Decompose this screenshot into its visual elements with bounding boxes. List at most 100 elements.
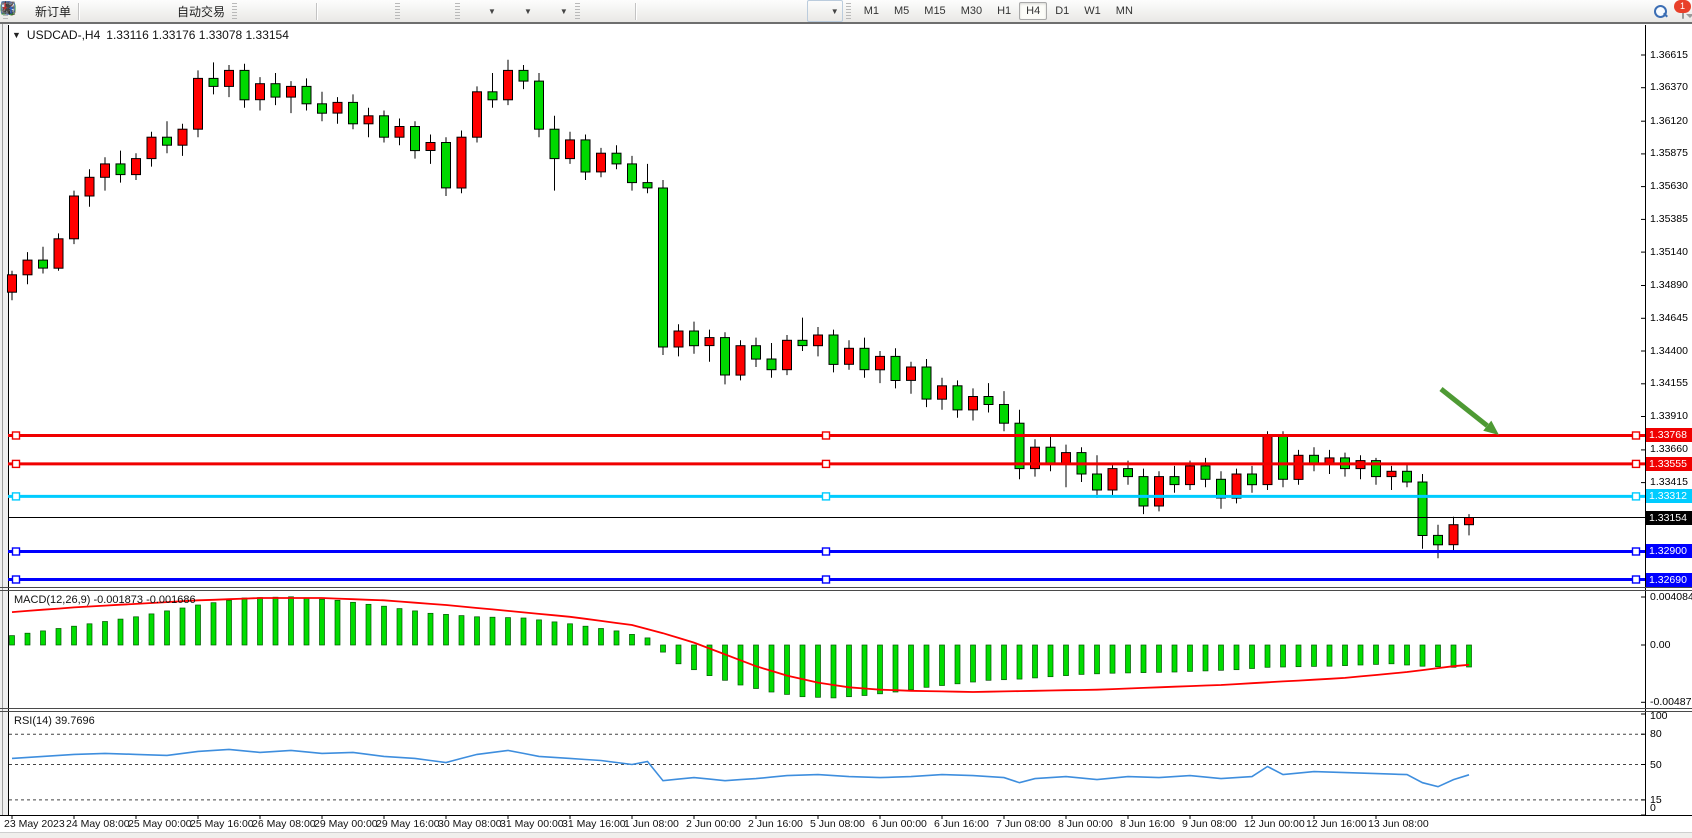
arrows-button[interactable]: ▼ bbox=[807, 0, 843, 22]
price-axis-tick: 1.33910 bbox=[1650, 410, 1688, 422]
periods-button[interactable]: ▼ bbox=[500, 0, 536, 22]
time-axis-label[interactable]: 29 May 16:00 bbox=[376, 818, 440, 830]
time-axis-label[interactable]: 8 Jun 16:00 bbox=[1120, 818, 1175, 830]
toolbar-grip[interactable] bbox=[575, 3, 580, 19]
price-axis-tick: 1.33415 bbox=[1650, 476, 1688, 488]
candle bbox=[1279, 437, 1288, 480]
zoom-in-button[interactable] bbox=[320, 0, 344, 22]
time-axis-label[interactable]: 2 Jun 16:00 bbox=[748, 818, 803, 830]
line-handle[interactable] bbox=[13, 432, 20, 439]
horizontal-line-button[interactable] bbox=[663, 0, 687, 22]
candlestick-series bbox=[8, 60, 1474, 559]
chart-shift-button[interactable] bbox=[428, 0, 452, 22]
line-handle[interactable] bbox=[823, 432, 830, 439]
timeframe-button-H1[interactable]: H1 bbox=[990, 2, 1018, 20]
text-label-button[interactable]: T bbox=[783, 0, 807, 22]
rsi-axis-tick: 50 bbox=[1650, 759, 1662, 771]
time-axis-label[interactable]: 29 May 00:00 bbox=[314, 818, 378, 830]
crosshair-button[interactable] bbox=[608, 0, 632, 22]
line-chart-button[interactable] bbox=[289, 0, 313, 22]
line-handle[interactable] bbox=[1633, 576, 1640, 583]
time-axis-label[interactable]: 24 May 08:00 bbox=[66, 818, 130, 830]
notification-badge: 1 bbox=[1674, 0, 1691, 13]
chart-canvas[interactable] bbox=[0, 24, 1692, 838]
toolbar-grip[interactable] bbox=[232, 3, 237, 19]
notifications-button[interactable]: 1 bbox=[1682, 4, 1684, 18]
timeframe-button-M15[interactable]: M15 bbox=[917, 2, 952, 20]
candle bbox=[922, 367, 931, 399]
timeframe-button-M5[interactable]: M5 bbox=[887, 2, 916, 20]
line-handle[interactable] bbox=[13, 548, 20, 555]
time-axis-label[interactable]: 12 Jun 16:00 bbox=[1306, 818, 1367, 830]
time-axis-label[interactable]: 26 May 08:00 bbox=[252, 818, 316, 830]
chevron-down-icon: ▼ bbox=[831, 7, 839, 16]
line-handle[interactable] bbox=[823, 548, 830, 555]
time-axis-label[interactable]: 6 Jun 16:00 bbox=[934, 818, 989, 830]
zoom-out-button[interactable] bbox=[344, 0, 368, 22]
timeframe-button-MN[interactable]: MN bbox=[1109, 2, 1140, 20]
timeframe-button-D1[interactable]: D1 bbox=[1048, 2, 1076, 20]
candle bbox=[488, 92, 497, 100]
time-axis-label[interactable]: 6 Jun 00:00 bbox=[872, 818, 927, 830]
line-handle[interactable] bbox=[13, 460, 20, 467]
time-axis-label[interactable]: 5 Jun 08:00 bbox=[810, 818, 865, 830]
price-axis-tick: 1.36615 bbox=[1650, 49, 1688, 61]
time-axis-label[interactable]: 1 Jun 08:00 bbox=[624, 818, 679, 830]
signals-button[interactable] bbox=[130, 0, 154, 22]
time-axis-label[interactable]: 13 Jun 08:00 bbox=[1368, 818, 1429, 830]
new-order-button[interactable]: 新订单 bbox=[12, 0, 75, 22]
tile-windows-button[interactable] bbox=[368, 0, 392, 22]
push-notification-button[interactable] bbox=[82, 0, 106, 22]
candlestick-chart-button[interactable] bbox=[265, 0, 289, 22]
rsi-axis-tick: 0 bbox=[1650, 802, 1656, 814]
vertical-line-button[interactable] bbox=[639, 0, 663, 22]
indicators-button[interactable]: ▼ bbox=[464, 0, 500, 22]
autotrade-button[interactable]: 自动交易 bbox=[154, 0, 229, 22]
candle bbox=[116, 164, 125, 175]
channel-button[interactable]: E bbox=[711, 0, 735, 22]
line-handle[interactable] bbox=[1633, 460, 1640, 467]
arrow-annotation[interactable] bbox=[1441, 389, 1499, 435]
timeframe-button-M1[interactable]: M1 bbox=[857, 2, 886, 20]
templates-button[interactable]: ▼ bbox=[536, 0, 572, 22]
cursor-button[interactable] bbox=[584, 0, 608, 22]
line-handle[interactable] bbox=[13, 576, 20, 583]
chart-candles-icon bbox=[269, 3, 285, 19]
line-handle[interactable] bbox=[13, 493, 20, 500]
toolbar-grip[interactable] bbox=[846, 3, 851, 19]
timeframe-button-W1[interactable]: W1 bbox=[1077, 2, 1108, 20]
line-handle[interactable] bbox=[1633, 548, 1640, 555]
line-handle[interactable] bbox=[1633, 432, 1640, 439]
trendline-button[interactable] bbox=[687, 0, 711, 22]
candle bbox=[1387, 471, 1396, 476]
time-axis-label[interactable]: 2 Jun 00:00 bbox=[686, 818, 741, 830]
text-button[interactable]: A bbox=[759, 0, 783, 22]
time-axis-label[interactable]: 9 Jun 08:00 bbox=[1182, 818, 1237, 830]
autoscroll-button[interactable] bbox=[404, 0, 428, 22]
line-handle[interactable] bbox=[823, 576, 830, 583]
candle bbox=[473, 92, 482, 137]
price-line-label-1.32900: 1.32900 bbox=[1646, 544, 1692, 558]
chevron-down-icon[interactable]: ▼ bbox=[12, 30, 21, 40]
line-handle[interactable] bbox=[823, 493, 830, 500]
price-axis-tick: 1.36370 bbox=[1650, 81, 1688, 93]
timeframe-button-H4[interactable]: H4 bbox=[1019, 2, 1047, 20]
expert-advisors-button[interactable] bbox=[106, 0, 130, 22]
line-handle[interactable] bbox=[1633, 493, 1640, 500]
time-axis-label[interactable]: 31 May 00:00 bbox=[500, 818, 564, 830]
line-handle[interactable] bbox=[823, 460, 830, 467]
time-axis-label[interactable]: 7 Jun 08:00 bbox=[996, 818, 1051, 830]
toolbar-grip[interactable] bbox=[395, 3, 400, 19]
time-axis-label[interactable]: 23 May 2023 bbox=[4, 818, 65, 830]
time-axis-label[interactable]: 12 Jun 00:00 bbox=[1244, 818, 1305, 830]
search-icon[interactable] bbox=[1653, 4, 1668, 19]
bar-chart-button[interactable] bbox=[241, 0, 265, 22]
toolbar-grip[interactable] bbox=[455, 3, 460, 19]
fibonacci-button[interactable]: F bbox=[735, 0, 759, 22]
timeframe-button-M30[interactable]: M30 bbox=[954, 2, 989, 20]
time-axis-label[interactable]: 31 May 16:00 bbox=[562, 818, 626, 830]
time-axis-label[interactable]: 8 Jun 00:00 bbox=[1058, 818, 1113, 830]
time-axis-label[interactable]: 30 May 08:00 bbox=[438, 818, 502, 830]
time-axis-label[interactable]: 25 May 00:00 bbox=[128, 818, 192, 830]
time-axis-label[interactable]: 25 May 16:00 bbox=[190, 818, 254, 830]
